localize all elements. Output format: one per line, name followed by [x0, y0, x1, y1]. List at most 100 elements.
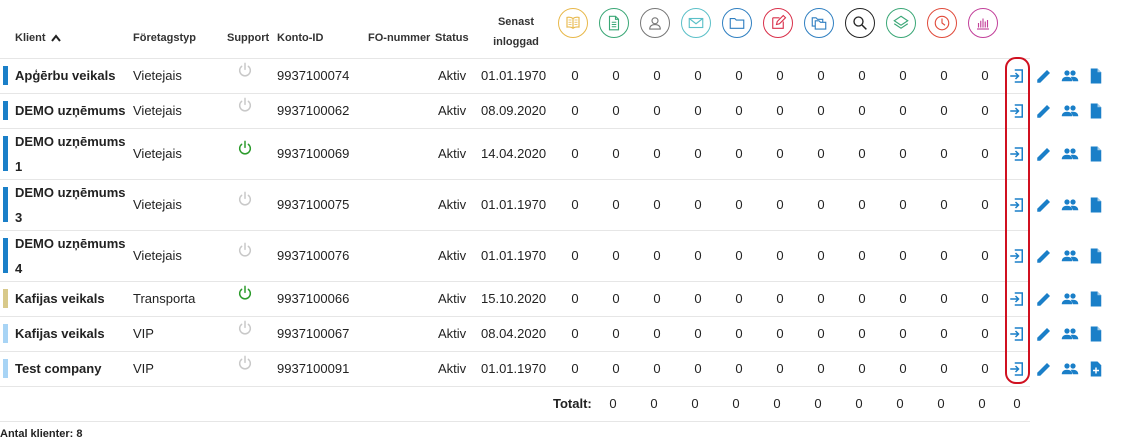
client-header-label: Klient: [15, 32, 46, 44]
support-power-icon[interactable]: [237, 97, 253, 113]
client-name-line: DEMO uzņēmums: [15, 103, 126, 118]
users-icon[interactable]: [1061, 247, 1079, 265]
client-name[interactable]: Apģērbu veikals: [15, 63, 115, 88]
company-type: Vietejais: [133, 247, 182, 263]
client-color-bar: [3, 289, 8, 308]
folder-icon[interactable]: [722, 8, 752, 38]
total-count: 0: [814, 396, 822, 411]
support-power-icon[interactable]: [237, 242, 253, 258]
totals-label: Totalt:: [553, 396, 592, 411]
chart-icon[interactable]: [968, 8, 998, 38]
column-header-company-type[interactable]: Företagstyp: [133, 32, 196, 44]
company-type: VIP: [133, 360, 154, 376]
client-name[interactable]: Kafijas veikals: [15, 321, 105, 346]
row-divider: [0, 281, 1030, 282]
company-type: Vietejais: [133, 145, 182, 161]
column-header-last-login[interactable]: Senast inloggad: [482, 12, 550, 52]
support-power-icon[interactable]: [237, 62, 253, 78]
users-icon[interactable]: [1061, 360, 1079, 378]
folders-icon[interactable]: [804, 8, 834, 38]
module-count: 0: [571, 325, 579, 341]
account-id: 9937100076: [277, 247, 350, 263]
client-color-bar: [3, 101, 8, 120]
layers-icon[interactable]: [886, 8, 916, 38]
client-color-bar: [3, 187, 8, 222]
document-icon[interactable]: [1087, 145, 1105, 163]
last-login: 01.01.1970: [481, 247, 547, 263]
pencil-icon[interactable]: [1035, 325, 1053, 343]
clock-icon[interactable]: [927, 8, 957, 38]
column-header-support[interactable]: Support: [227, 32, 269, 44]
document-icon[interactable]: [1087, 325, 1105, 343]
module-count: 0: [940, 290, 948, 306]
pencil-icon[interactable]: [1035, 196, 1053, 214]
module-count: 0: [653, 67, 661, 83]
support-power-icon[interactable]: [237, 140, 253, 156]
column-header-account-id[interactable]: Konto-ID: [277, 32, 323, 44]
status: Aktiv: [438, 102, 467, 118]
user-icon[interactable]: [640, 8, 670, 38]
pencil-icon[interactable]: [1035, 67, 1053, 85]
pencil-icon[interactable]: [1035, 247, 1053, 265]
module-count: 0: [817, 325, 825, 341]
users-icon[interactable]: [1061, 196, 1079, 214]
total-count: 0: [978, 396, 986, 411]
module-count: 0: [899, 102, 907, 118]
module-count: 0: [612, 102, 620, 118]
column-header-client[interactable]: Klient: [15, 32, 61, 44]
module-count: 0: [694, 145, 702, 161]
column-header-fo-number[interactable]: FO-nummer: [368, 32, 430, 44]
module-count: 0: [776, 102, 784, 118]
column-header-status[interactable]: Status: [435, 32, 469, 44]
document-icon[interactable]: [1087, 67, 1105, 85]
pencil-icon[interactable]: [1035, 290, 1053, 308]
row-divider: [0, 179, 1030, 180]
row-divider: [0, 351, 1030, 352]
users-icon[interactable]: [1061, 67, 1079, 85]
users-icon[interactable]: [1061, 102, 1079, 120]
client-name[interactable]: Test company: [15, 356, 101, 381]
account-id: 9937100091: [277, 360, 350, 376]
status: Aktiv: [438, 145, 467, 161]
pencil-icon[interactable]: [1035, 102, 1053, 120]
row-divider: [0, 128, 1030, 129]
module-count: 0: [612, 247, 620, 263]
edit-icon[interactable]: [763, 8, 793, 38]
document-icon[interactable]: [1087, 290, 1105, 308]
module-count: 0: [981, 67, 989, 83]
users-icon[interactable]: [1061, 145, 1079, 163]
document-icon[interactable]: [1087, 102, 1105, 120]
module-count: 0: [694, 290, 702, 306]
last-login: 01.01.1970: [481, 360, 547, 376]
client-name[interactable]: Kafijas veikals: [15, 286, 105, 311]
row-divider: [0, 93, 1030, 94]
document-add-icon[interactable]: [1087, 360, 1105, 378]
module-count: 0: [817, 67, 825, 83]
support-power-icon[interactable]: [237, 191, 253, 207]
pencil-icon[interactable]: [1035, 145, 1053, 163]
module-count: 0: [858, 67, 866, 83]
client-name[interactable]: DEMO uzņēmums 3: [15, 180, 126, 230]
search-icon[interactable]: [845, 8, 875, 38]
client-name[interactable]: DEMO uzņēmums 4: [15, 231, 126, 281]
mail-icon[interactable]: [681, 8, 711, 38]
module-count: 0: [735, 102, 743, 118]
users-icon[interactable]: [1061, 290, 1079, 308]
client-name-line: Kafijas veikals: [15, 326, 105, 341]
module-count: 0: [940, 325, 948, 341]
document-icon[interactable]: [599, 8, 629, 38]
client-color-bar: [3, 66, 8, 85]
client-name-line: 4: [15, 260, 23, 276]
pencil-icon[interactable]: [1035, 360, 1053, 378]
module-count: 0: [858, 290, 866, 306]
client-name[interactable]: DEMO uzņēmums 1: [15, 129, 126, 179]
client-name[interactable]: DEMO uzņēmums: [15, 98, 126, 123]
support-power-icon[interactable]: [237, 355, 253, 371]
support-power-icon[interactable]: [237, 285, 253, 301]
client-color-bar: [3, 359, 8, 378]
support-power-icon[interactable]: [237, 320, 253, 336]
document-icon[interactable]: [1087, 196, 1105, 214]
book-icon[interactable]: [558, 8, 588, 38]
users-icon[interactable]: [1061, 325, 1079, 343]
document-icon[interactable]: [1087, 247, 1105, 265]
